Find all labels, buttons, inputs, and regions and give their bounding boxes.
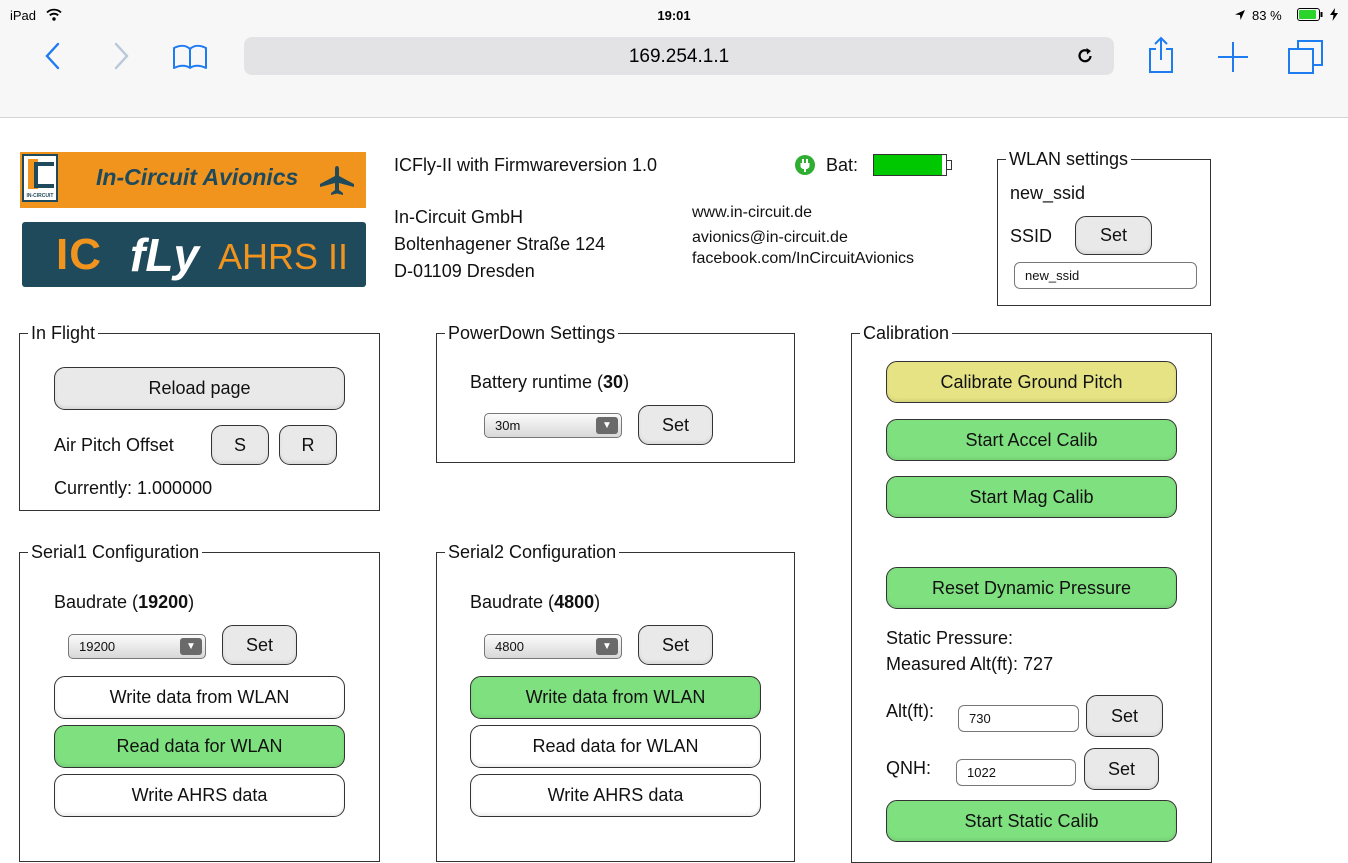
serial1-write-wlan-button[interactable]: Write data from WLAN xyxy=(54,676,345,719)
brand-name: In-Circuit Avionics xyxy=(96,164,299,190)
serial2-read-wlan-button[interactable]: Read data for WLAN xyxy=(470,725,761,768)
product-ic: IC xyxy=(56,230,102,279)
in-flight-legend: In Flight xyxy=(28,323,99,344)
air-pitch-reset-button[interactable]: R xyxy=(279,425,337,465)
runtime-select-value: 30m xyxy=(495,418,521,433)
measured-altitude: Measured Alt(ft): 727 xyxy=(886,654,1054,674)
browser-chrome: iPad 19:01 83 % 169.254.1.1 xyxy=(0,0,1348,118)
chevron-right-icon[interactable] xyxy=(114,42,130,70)
firmware-version: ICFly-II with Firmwareversion 1.0 xyxy=(394,155,658,175)
calibration-legend: Calibration xyxy=(860,323,953,344)
in-flight-panel: In Flight Reload page Air Pitch Offset S… xyxy=(19,323,380,511)
chevron-left-icon[interactable] xyxy=(44,42,60,70)
powerdown-panel: PowerDown Settings Battery runtime (30) … xyxy=(436,323,795,463)
runtime-set-button[interactable]: Set xyxy=(638,405,713,445)
start-static-calib-button[interactable]: Start Static Calib xyxy=(886,800,1177,842)
battery-tip xyxy=(947,160,952,170)
product-fly: fLy xyxy=(130,229,199,281)
wlan-set-button[interactable]: Set xyxy=(1075,216,1152,255)
company-name: In-Circuit GmbH xyxy=(394,207,524,227)
reset-dynamic-pressure-button[interactable]: Reset Dynamic Pressure xyxy=(886,567,1177,609)
facebook-link[interactable]: facebook.com/InCircuitAvionics xyxy=(692,250,914,268)
ssid-label: SSID xyxy=(1010,226,1053,246)
power-plug-icon xyxy=(795,155,815,175)
book-icon[interactable] xyxy=(172,44,208,70)
battery-runtime-label: Battery runtime (30) xyxy=(470,372,630,392)
serial1-read-wlan-button[interactable]: Read data for WLAN xyxy=(54,725,345,768)
serial1-baud-select[interactable]: 19200 ▼ xyxy=(68,634,206,659)
serial2-write-ahrs-button[interactable]: Write AHRS data xyxy=(470,774,761,817)
company-city: D-01109 Dresden xyxy=(394,261,535,281)
current-ssid: new_ssid xyxy=(1010,183,1086,203)
serial2-panel: Serial2 Configuration Baudrate (4800) 48… xyxy=(436,542,795,862)
battery-runtime-value: 30 xyxy=(603,372,624,392)
serial2-baudrate-label: Baudrate (4800) xyxy=(470,592,601,612)
battery-icon xyxy=(1297,8,1323,21)
serial2-write-wlan-button[interactable]: Write data from WLAN xyxy=(470,676,761,719)
serial2-baudrate-value: 4800 xyxy=(554,592,595,612)
battery-label: Bat: xyxy=(826,155,859,175)
serial1-baudrate-value: 19200 xyxy=(138,592,189,612)
altitude-label: Alt(ft): xyxy=(886,701,934,721)
ssid-input[interactable]: new_ssid xyxy=(1014,262,1197,289)
chevron-down-icon: ▼ xyxy=(180,638,202,655)
wlan-legend: WLAN settings xyxy=(1006,149,1132,170)
wlan-settings-panel: WLAN settings new_ssid SSID Set new_ssid xyxy=(997,149,1211,306)
runtime-select[interactable]: 30m ▼ xyxy=(484,413,622,438)
reload-page-button[interactable]: Reload page xyxy=(54,367,345,410)
reload-icon[interactable] xyxy=(1076,47,1094,65)
battery-percent: 83 % xyxy=(1252,8,1282,23)
company-street: Boltenhagener Straße 124 xyxy=(394,234,606,254)
start-mag-calib-button[interactable]: Start Mag Calib xyxy=(886,476,1177,518)
serial1-legend: Serial1 Configuration xyxy=(28,542,203,563)
serial1-baudrate-label: Baudrate (19200) xyxy=(54,592,195,612)
location-arrow-icon xyxy=(1235,10,1245,20)
air-pitch-set-button[interactable]: S xyxy=(211,425,269,465)
serial1-panel: Serial1 Configuration Baudrate (19200) 1… xyxy=(19,542,380,862)
product-ahrs: AHRS II xyxy=(218,236,349,277)
calibration-panel: Calibration Calibrate Ground Pitch Start… xyxy=(851,323,1212,863)
qnh-label: QNH: xyxy=(886,758,931,778)
serial2-set-button[interactable]: Set xyxy=(638,625,713,665)
qnh-input[interactable]: 1022 xyxy=(956,759,1076,786)
url-text[interactable]: 169.254.1.1 xyxy=(244,46,1114,68)
qnh-set-button[interactable]: Set xyxy=(1084,748,1159,790)
website-link[interactable]: www.in-circuit.de xyxy=(692,204,812,222)
url-bar[interactable]: 169.254.1.1 xyxy=(244,37,1114,75)
serial2-baud-select[interactable]: 4800 ▼ xyxy=(484,634,622,659)
altitude-input[interactable]: 730 xyxy=(958,705,1079,732)
chevron-down-icon: ▼ xyxy=(596,638,618,655)
calibrate-ground-pitch-button[interactable]: Calibrate Ground Pitch xyxy=(886,361,1177,403)
airplane-icon xyxy=(320,166,354,195)
altitude-set-button[interactable]: Set xyxy=(1086,695,1163,737)
status-time: 19:01 xyxy=(657,8,691,23)
product-logo: IC fLy AHRS II xyxy=(22,222,366,287)
serial1-select-value: 19200 xyxy=(79,639,116,654)
brand-banner: IN-CIRCUIT In-Circuit Avionics xyxy=(20,152,366,208)
air-pitch-current: Currently: 1.000000 xyxy=(54,478,213,498)
badge-text: IN-CIRCUIT xyxy=(26,193,54,199)
page-content: IN-CIRCUIT In-Circuit Avionics IC fLy AH… xyxy=(0,118,1348,863)
serial2-select-value: 4800 xyxy=(495,639,524,654)
tabs-icon[interactable] xyxy=(1287,38,1325,76)
charging-bolt-icon xyxy=(1330,8,1338,21)
share-icon[interactable] xyxy=(1146,36,1176,74)
powerdown-legend: PowerDown Settings xyxy=(445,323,619,344)
serial2-legend: Serial2 Configuration xyxy=(445,542,620,563)
static-pressure-label: Static Pressure: xyxy=(886,628,1014,648)
chevron-down-icon: ▼ xyxy=(596,417,618,434)
battery-fill xyxy=(874,155,943,175)
serial1-set-button[interactable]: Set xyxy=(222,625,297,665)
start-accel-calib-button[interactable]: Start Accel Calib xyxy=(886,419,1177,461)
plus-icon[interactable] xyxy=(1216,40,1250,74)
battery-gauge xyxy=(873,154,947,176)
email-link[interactable]: avionics@in-circuit.de xyxy=(692,229,848,247)
serial1-write-ahrs-button[interactable]: Write AHRS data xyxy=(54,774,345,817)
in-circuit-badge: IN-CIRCUIT xyxy=(22,154,58,202)
air-pitch-offset-label: Air Pitch Offset xyxy=(54,435,174,455)
